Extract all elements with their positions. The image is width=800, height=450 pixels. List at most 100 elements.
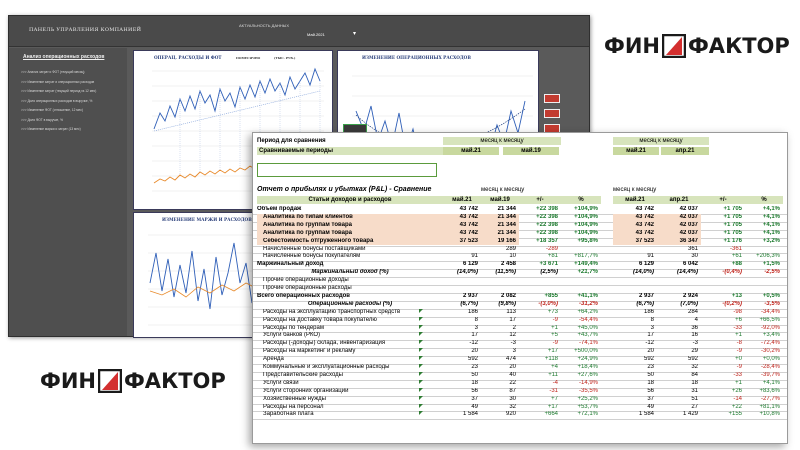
row-label[interactable]: Расходы на доставку товара покупателю bbox=[257, 317, 443, 325]
table-cell[interactable]: 21 344 bbox=[481, 221, 519, 230]
table-cell[interactable]: 920 bbox=[481, 411, 519, 419]
table-cell[interactable]: +817,7% bbox=[561, 253, 601, 261]
table-cell[interactable]: +18 357 bbox=[519, 238, 561, 246]
table-cell[interactable]: -12 bbox=[443, 340, 481, 348]
table-cell[interactable]: +0,0% bbox=[745, 356, 783, 364]
table-cell[interactable]: 2 082 bbox=[481, 293, 519, 301]
row-label[interactable]: Расходы на персонал bbox=[257, 404, 443, 412]
table-cell[interactable]: 43 742 bbox=[613, 229, 657, 238]
table-cell[interactable]: 6 129 bbox=[443, 261, 481, 269]
table-cell[interactable]: 4 bbox=[657, 317, 701, 325]
table-cell[interactable] bbox=[561, 285, 601, 293]
table-cell[interactable]: 8 bbox=[443, 317, 481, 325]
table-cell[interactable]: -4 bbox=[519, 380, 561, 388]
table-cell[interactable] bbox=[443, 285, 481, 293]
table-cell[interactable]: -98 bbox=[701, 309, 745, 317]
table-cell[interactable]: +17 bbox=[519, 348, 561, 356]
table-cell[interactable]: 49 bbox=[613, 404, 657, 412]
table-cell[interactable]: +81,1% bbox=[745, 404, 783, 412]
table-cell[interactable]: 20 bbox=[481, 364, 519, 372]
table-cell[interactable]: 43 742 bbox=[613, 206, 657, 214]
row-label[interactable]: Начисленные бонусы покупателям bbox=[257, 253, 443, 261]
table-cell[interactable]: +149,4% bbox=[561, 261, 601, 269]
table-cell[interactable]: +27,6% bbox=[561, 372, 601, 380]
table-cell[interactable]: 592 bbox=[613, 356, 657, 364]
table-cell[interactable]: 32 bbox=[657, 364, 701, 372]
sidebar-item[interactable]: >>> Анализ затрат и ФОТ (текущий месяц) bbox=[21, 68, 96, 78]
table-cell[interactable]: -(0,4%) bbox=[701, 269, 745, 277]
sidebar-item[interactable]: >>> Изменение маржи и затрат (13 мес) bbox=[21, 125, 96, 135]
sidebar-item[interactable]: >>> Изменение ФОТ (отношение, 12 мес) bbox=[21, 106, 96, 116]
table-cell[interactable]: -14 bbox=[701, 396, 745, 404]
table-cell[interactable]: 43 742 bbox=[443, 221, 481, 230]
table-cell[interactable] bbox=[657, 277, 701, 285]
table-cell[interactable]: +4,1% bbox=[745, 222, 783, 230]
table-cell[interactable] bbox=[613, 277, 657, 285]
table-cell[interactable]: 592 bbox=[657, 356, 701, 364]
table-cell[interactable]: +53,7% bbox=[561, 404, 601, 412]
table-cell[interactable]: 284 bbox=[657, 309, 701, 317]
table-cell[interactable]: 23 bbox=[613, 364, 657, 372]
table-cell[interactable]: +1 705 bbox=[701, 214, 745, 222]
table-cell[interactable]: 27 bbox=[657, 404, 701, 412]
table-cell[interactable]: 31 bbox=[657, 388, 701, 396]
table-cell[interactable]: -31 bbox=[519, 388, 561, 396]
row-label[interactable]: Представительские расходы bbox=[257, 372, 443, 380]
table-cell[interactable]: 21 344 bbox=[481, 213, 519, 222]
table-cell[interactable]: (14,0%) bbox=[613, 269, 657, 277]
table-cell[interactable] bbox=[443, 277, 481, 285]
table-cell[interactable]: +13 bbox=[701, 293, 745, 301]
table-cell[interactable]: (11,5%) bbox=[481, 269, 519, 277]
table-cell[interactable]: +664 bbox=[519, 411, 561, 419]
table-cell[interactable]: 91 bbox=[443, 253, 481, 261]
table-cell[interactable]: +206,3% bbox=[745, 253, 783, 261]
table-cell[interactable]: 49 bbox=[443, 404, 481, 412]
row-label[interactable]: Расходы на эксплуатацию транспортных сре… bbox=[257, 309, 443, 317]
sidebar-item[interactable]: >>> Доля операционных расходов в выручке… bbox=[21, 97, 96, 107]
row-label[interactable]: Операционные расходы (%) bbox=[257, 301, 443, 309]
table-cell[interactable]: (9,8%) bbox=[481, 301, 519, 309]
row-label[interactable]: Аналитика по типам клиентов bbox=[257, 213, 443, 222]
table-cell[interactable]: 20 bbox=[443, 348, 481, 356]
table-cell[interactable]: 43 742 bbox=[443, 229, 481, 238]
table-cell[interactable] bbox=[443, 246, 481, 254]
table-cell[interactable]: 10 bbox=[481, 253, 519, 261]
table-cell[interactable]: +88 bbox=[701, 261, 745, 269]
table-cell[interactable]: +1 705 bbox=[701, 206, 745, 214]
table-cell[interactable]: +3,2% bbox=[745, 238, 783, 246]
table-cell[interactable]: +104,9% bbox=[561, 214, 601, 222]
table-cell[interactable]: 17 bbox=[443, 332, 481, 340]
table-cell[interactable]: +81 bbox=[519, 253, 561, 261]
table-cell[interactable]: 40 bbox=[481, 372, 519, 380]
table-cell[interactable]: -9 bbox=[519, 340, 561, 348]
table-cell[interactable]: +21,7% bbox=[561, 269, 601, 277]
period-1[interactable]: май.21 bbox=[443, 147, 499, 155]
row-label[interactable]: Аренда bbox=[257, 356, 443, 364]
table-cell[interactable] bbox=[519, 285, 561, 293]
table-cell[interactable]: +66,5% bbox=[745, 317, 783, 325]
table-cell[interactable] bbox=[561, 246, 601, 254]
table-cell[interactable]: +1 bbox=[701, 380, 745, 388]
table-cell[interactable]: +43,7% bbox=[561, 332, 601, 340]
table-cell[interactable]: 2 937 bbox=[613, 293, 657, 301]
table-cell[interactable]: -30,2% bbox=[745, 348, 783, 356]
table-cell[interactable]: +104,9% bbox=[561, 222, 601, 230]
period-3[interactable]: май.21 bbox=[613, 147, 659, 155]
table-cell[interactable]: -361 bbox=[701, 246, 745, 254]
table-cell[interactable]: +11 bbox=[519, 372, 561, 380]
table-cell[interactable]: 12 bbox=[481, 332, 519, 340]
table-cell[interactable]: 17 bbox=[481, 317, 519, 325]
table-cell[interactable]: +4,1% bbox=[745, 214, 783, 222]
table-cell[interactable] bbox=[481, 277, 519, 285]
row-label[interactable]: Себестоимость отгруженного товара bbox=[257, 237, 443, 246]
table-cell[interactable]: 1 429 bbox=[657, 411, 701, 419]
row-label[interactable]: Маржинальный доход (%) bbox=[257, 269, 443, 277]
table-cell[interactable]: 37 523 bbox=[613, 237, 657, 246]
table-cell[interactable]: 2 924 bbox=[657, 293, 701, 301]
table-cell[interactable]: +855 bbox=[519, 293, 561, 301]
table-cell[interactable]: +17 bbox=[519, 404, 561, 412]
table-cell[interactable]: 42 037 bbox=[657, 213, 701, 222]
table-cell[interactable] bbox=[701, 277, 745, 285]
table-cell[interactable]: (7,0%) bbox=[657, 301, 701, 309]
table-cell[interactable]: 1 584 bbox=[613, 411, 657, 419]
